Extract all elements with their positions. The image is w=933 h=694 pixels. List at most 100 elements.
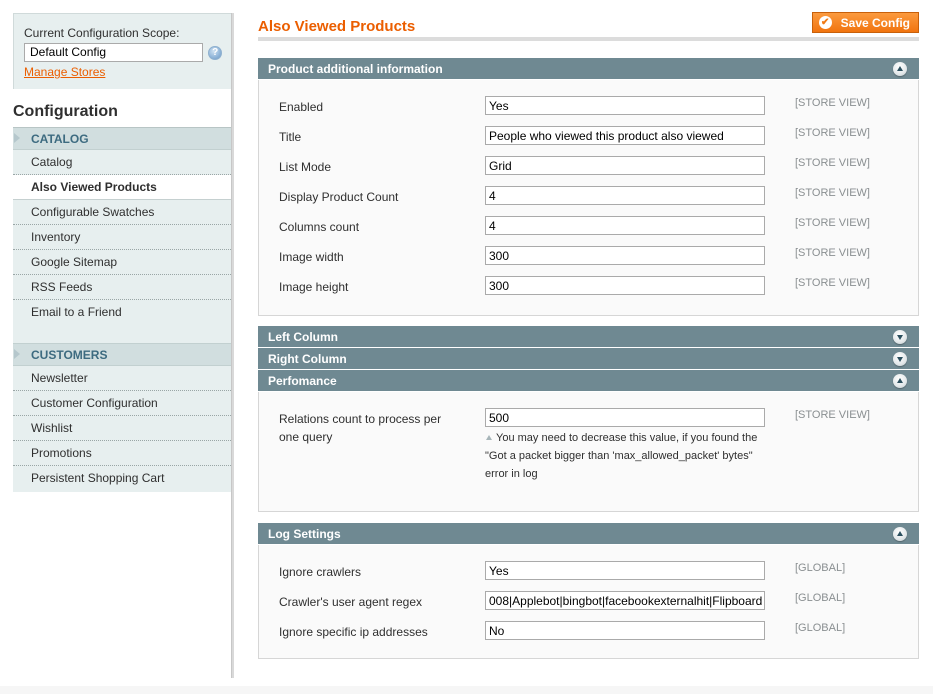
ignore-ip-select[interactable]: No bbox=[485, 621, 765, 640]
image-height-input[interactable]: 300 bbox=[485, 276, 765, 295]
title-input[interactable]: People who viewed this product also view… bbox=[485, 126, 765, 145]
sidebar-item-persistent-shopping-cart[interactable]: Persistent Shopping Cart bbox=[13, 466, 233, 492]
sidebar: Current Configuration Scope: Default Con… bbox=[13, 13, 233, 678]
scope-label: Current Configuration Scope: bbox=[24, 26, 180, 40]
field-row-list-mode: List Mode Grid [STORE VIEW] bbox=[259, 153, 918, 183]
field-row-image-width: Image width 300 [STORE VIEW] bbox=[259, 243, 918, 273]
scope-label: [STORE VIEW] bbox=[795, 157, 870, 169]
section-head-log-settings[interactable]: Log Settings bbox=[258, 523, 919, 545]
field-label: Enabled bbox=[279, 100, 324, 114]
section-title: Log Settings bbox=[268, 527, 341, 541]
field-row-crawler-regex: Crawler's user agent regex 008|Applebot|… bbox=[259, 588, 918, 618]
scope-label: [GLOBAL] bbox=[795, 562, 846, 574]
display-product-count-input[interactable]: 4 bbox=[485, 186, 765, 205]
sidebar-item-customer-configuration[interactable]: Customer Configuration bbox=[13, 391, 233, 416]
field-row-ignore-crawlers: Ignore crawlers Yes [GLOBAL] bbox=[259, 558, 918, 588]
ignore-crawlers-select[interactable]: Yes bbox=[485, 561, 765, 580]
sidebar-item-inventory[interactable]: Inventory bbox=[13, 225, 233, 250]
field-label: Image width bbox=[279, 250, 344, 264]
save-config-label: Save Config bbox=[840, 15, 910, 30]
field-label: Ignore crawlers bbox=[279, 565, 362, 579]
sidebar-item-also-viewed-products[interactable]: Also Viewed Products bbox=[13, 175, 233, 200]
field-label: Image height bbox=[279, 280, 349, 294]
scope-label: [GLOBAL] bbox=[795, 622, 846, 634]
nav-group-title: CATALOG bbox=[31, 132, 89, 146]
enabled-select[interactable]: Yes bbox=[485, 96, 765, 115]
columns-count-input[interactable]: 4 bbox=[485, 216, 765, 235]
manage-stores-link[interactable]: Manage Stores bbox=[24, 65, 105, 79]
scope-select[interactable]: Default Config bbox=[24, 43, 204, 62]
scope-switcher: Current Configuration Scope: Default Con… bbox=[13, 13, 233, 89]
scope-label: [GLOBAL] bbox=[795, 592, 846, 604]
triangle-right-icon bbox=[14, 133, 20, 143]
question-circle-icon[interactable]: ? bbox=[208, 45, 222, 60]
field-row-image-height: Image height 300 [STORE VIEW] bbox=[259, 273, 918, 303]
field-label: List Mode bbox=[279, 160, 332, 174]
field-label: Crawler's user agent regex bbox=[279, 595, 423, 609]
save-config-button[interactable]: ✔ Save Config bbox=[811, 12, 919, 33]
collapse-up-icon[interactable] bbox=[893, 374, 907, 388]
check-circle-icon: ✔ bbox=[818, 16, 832, 29]
scope-label: [STORE VIEW] bbox=[795, 217, 870, 229]
sidebar-item-configurable-swatches[interactable]: Configurable Swatches bbox=[13, 200, 233, 225]
field-row-columns-count: Columns count 4 [STORE VIEW] bbox=[259, 213, 918, 243]
field-label: Ignore specific ip addresses bbox=[279, 625, 428, 639]
field-row-title: Title People who viewed this product als… bbox=[259, 123, 918, 153]
section-title: Right Column bbox=[268, 352, 347, 366]
nav-list-catalog: Catalog Also Viewed Products Configurabl… bbox=[13, 150, 233, 328]
field-label: Columns count bbox=[279, 220, 360, 234]
fieldset-log-settings: Ignore crawlers Yes [GLOBAL] Crawler's u… bbox=[258, 545, 919, 659]
scope-label: [STORE VIEW] bbox=[795, 247, 870, 259]
expand-down-icon[interactable] bbox=[893, 352, 907, 366]
collapse-up-icon[interactable] bbox=[893, 527, 907, 541]
section-head-product-info[interactable]: Product additional information bbox=[258, 58, 919, 80]
section-title: Left Column bbox=[268, 330, 338, 344]
nav-spacer bbox=[13, 328, 233, 344]
fieldset-product-info: Enabled Yes [STORE VIEW] Title People wh… bbox=[258, 80, 919, 316]
sidebar-item-email-to-a-friend[interactable]: Email to a Friend bbox=[13, 300, 233, 328]
section-head-right-column[interactable]: Right Column bbox=[258, 348, 919, 370]
section-title: Product additional information bbox=[268, 62, 443, 76]
footer-bar bbox=[0, 686, 933, 694]
relations-count-input[interactable]: 500 bbox=[485, 408, 765, 427]
field-row-ignore-ip: Ignore specific ip addresses No [GLOBAL] bbox=[259, 618, 918, 648]
image-width-input[interactable]: 300 bbox=[485, 246, 765, 265]
nav-group-title: CUSTOMERS bbox=[31, 348, 108, 362]
triangle-right-icon bbox=[14, 349, 20, 359]
field-row-display-product-count: Display Product Count 4 [STORE VIEW] bbox=[259, 183, 918, 213]
page-title: Also Viewed Products bbox=[258, 18, 416, 35]
fieldset-performance: Relations count to process per one query… bbox=[258, 392, 919, 512]
sidebar-item-rss-feeds[interactable]: RSS Feeds bbox=[13, 275, 233, 300]
field-note: You may need to decrease this value, if … bbox=[485, 429, 775, 483]
list-mode-select[interactable]: Grid bbox=[485, 156, 765, 175]
sidebar-item-google-sitemap[interactable]: Google Sitemap bbox=[13, 250, 233, 275]
main-content: Also Viewed Products ✔ Save Config Produ… bbox=[258, 12, 919, 659]
note-triangle-icon bbox=[486, 435, 492, 440]
field-label: Display Product Count bbox=[279, 190, 399, 204]
sidebar-divider bbox=[231, 13, 234, 678]
sidebar-item-wishlist[interactable]: Wishlist bbox=[13, 416, 233, 441]
note-text: You may need to decrease this value, if … bbox=[485, 432, 758, 480]
crawler-regex-input[interactable]: 008|Applebot|bingbot|facebookexternalhit… bbox=[485, 591, 765, 610]
scope-label: [STORE VIEW] bbox=[795, 97, 870, 109]
field-row-relations-count: Relations count to process per one query… bbox=[259, 407, 918, 499]
page-header: Also Viewed Products ✔ Save Config bbox=[258, 12, 919, 41]
config-title: Configuration bbox=[13, 90, 233, 128]
section-head-performance[interactable]: Perfomance bbox=[258, 370, 919, 392]
field-label: Relations count to process per one query bbox=[279, 412, 442, 444]
scope-label: [STORE VIEW] bbox=[795, 277, 870, 289]
nav-group-customers[interactable]: CUSTOMERS bbox=[13, 344, 233, 366]
expand-down-icon[interactable] bbox=[893, 330, 907, 344]
collapse-up-icon[interactable] bbox=[893, 62, 907, 76]
section-head-left-column[interactable]: Left Column bbox=[258, 326, 919, 348]
field-row-enabled: Enabled Yes [STORE VIEW] bbox=[259, 93, 918, 123]
sidebar-item-newsletter[interactable]: Newsletter bbox=[13, 366, 233, 391]
scope-label: [STORE VIEW] bbox=[795, 409, 870, 421]
scope-label: [STORE VIEW] bbox=[795, 127, 870, 139]
sidebar-item-catalog[interactable]: Catalog bbox=[13, 150, 233, 175]
field-label: Title bbox=[279, 130, 302, 144]
sidebar-item-promotions[interactable]: Promotions bbox=[13, 441, 233, 466]
nav-group-catalog[interactable]: CATALOG bbox=[13, 128, 233, 150]
scope-label: [STORE VIEW] bbox=[795, 187, 870, 199]
section-title: Perfomance bbox=[268, 374, 337, 388]
